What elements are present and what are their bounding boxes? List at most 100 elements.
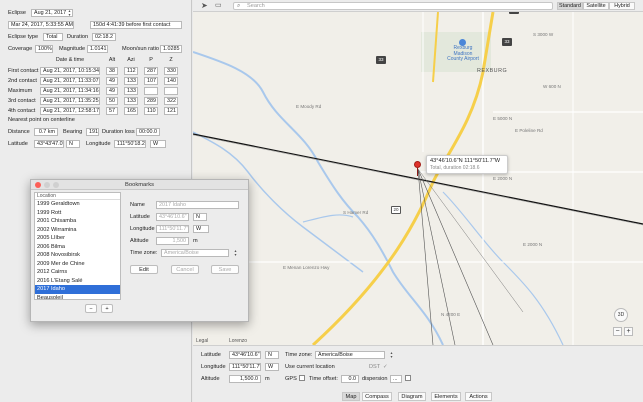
map-type-standard[interactable]: Standard <box>557 2 583 10</box>
time-offset-field[interactable]: 0.0 <box>341 375 359 383</box>
road-label-e2000n-2: E 2000 N <box>523 242 543 247</box>
coverage-value: 100% <box>35 45 53 53</box>
eclipse-type-value: Total <box>43 33 63 41</box>
bm-alt-field[interactable]: 1,500 <box>156 237 189 245</box>
contact-p-cell: 107 <box>144 77 158 85</box>
contact-row-label: 4th contact <box>8 108 36 114</box>
bm-lat-dir[interactable]: N <box>193 213 207 221</box>
bm-lon-dir[interactable]: W <box>193 225 209 233</box>
map-view[interactable]: Rexburg Madison County Airport REXBURG E… <box>193 12 643 345</box>
minimize-window-icon[interactable] <box>44 182 50 188</box>
legal-link[interactable]: Legal <box>196 338 208 344</box>
contacts-header-datetime: Date & time <box>55 57 85 63</box>
save-button[interactable]: Save <box>211 265 239 274</box>
bookmark-list-item[interactable]: 1999 Geraldtown <box>35 200 120 209</box>
tab-compass[interactable]: Compass <box>362 392 392 401</box>
timezone-stepper[interactable]: ▴ ▾ <box>389 351 394 359</box>
highway-shield: 33 <box>376 56 386 64</box>
contact-alt-cell: 38 <box>106 67 118 75</box>
town-label-lorenzo: Lorenzo <box>229 338 248 344</box>
add-bookmark-button[interactable]: + <box>101 304 113 313</box>
bookmark-list-item[interactable]: Beausoleil <box>35 294 120 300</box>
eclipse-datetime[interactable]: Mar 24, 2017, 5:33:55 AM <box>8 21 74 29</box>
contact-row-label: Maximum <box>8 88 33 94</box>
bookmark-list-item[interactable]: 2017 Idaho <box>35 285 120 294</box>
loc-lat-dir[interactable]: N <box>265 351 279 359</box>
compass-3d-button[interactable]: 3D <box>614 308 628 322</box>
contact-alt-cell: 49 <box>106 77 118 85</box>
loc-lon-field[interactable]: 111°50'11.7" <box>229 363 261 371</box>
cancel-button[interactable]: Cancel <box>171 265 199 274</box>
edit-button[interactable]: Edit <box>130 265 158 274</box>
bm-name-field[interactable]: 2017 Idaho <box>156 201 239 209</box>
use-current-location-link[interactable]: Use current location <box>285 364 335 370</box>
bookmark-list-item[interactable]: 2006 Bilma <box>35 243 120 252</box>
bm-lat-label: Latitude <box>130 214 150 220</box>
gps-checkbox[interactable] <box>299 375 305 381</box>
tab-elements[interactable]: Elements <box>431 392 461 401</box>
bookmarks-titlebar[interactable]: Bookmarks <box>31 180 248 190</box>
zoom-out-button[interactable]: − <box>613 327 622 336</box>
road-label-w600n: W 600 N <box>543 84 561 89</box>
bookmarks-list[interactable]: Location 1999 Geraldtown 1999 Rott 2001 Ch… <box>34 192 121 300</box>
contact-p-cell <box>144 87 158 95</box>
bm-lon-field[interactable]: 111°50'11.7" <box>156 225 189 233</box>
bookmark-list-item[interactable]: 1999 Rott <box>35 209 120 218</box>
nearest-lon-dir: W <box>150 140 166 148</box>
nearest-title: Nearest point on centerline <box>8 117 75 123</box>
bm-lat-field[interactable]: 43°46'10.6" <box>156 213 189 221</box>
loc-lon-label: Longitude <box>201 364 226 370</box>
dispersion-checkbox[interactable] <box>405 375 411 381</box>
map-type-satellite[interactable]: Satellite <box>583 2 609 10</box>
tab-diagram[interactable]: Diagram <box>398 392 426 401</box>
loc-lat-field[interactable]: 43°46'10.6" <box>229 351 261 359</box>
bookmark-list-item[interactable]: 2008 Novosibirsk <box>35 251 120 260</box>
bm-timezone-select[interactable]: America/Boise <box>161 249 229 257</box>
bookmark-list-item[interactable]: 2009 Mer de Chine <box>35 260 120 269</box>
contact-azi-cell: 133 <box>124 77 138 85</box>
location-pin-icon[interactable] <box>414 161 421 168</box>
dst-label: DST <box>369 364 381 370</box>
pin-stem <box>417 168 418 176</box>
eclipse-stepper[interactable]: ▴ ▾ <box>67 9 72 17</box>
duration-loss-label: Duration loss <box>102 129 135 135</box>
bm-lon-label: Longitude <box>130 226 155 232</box>
zoom-in-button[interactable]: + <box>624 327 633 336</box>
loc-lon-dir[interactable]: W <box>265 363 279 371</box>
contact-alt-cell: 50 <box>106 97 118 105</box>
gps-label: GPS <box>285 376 297 382</box>
bookmark-list-item[interactable]: 2012 Cairns <box>35 268 120 277</box>
zoom-window-icon[interactable] <box>53 182 59 188</box>
map-search-input[interactable]: ⌕ Search <box>233 2 553 10</box>
tab-actions[interactable]: Actions <box>465 392 492 401</box>
location-arrow-icon[interactable]: ➤ <box>201 1 208 10</box>
bookmarks-book-icon[interactable]: ▭ <box>215 1 222 9</box>
contact-row-label: 2nd contact <box>8 78 37 84</box>
bookmark-list-item[interactable]: 2001 Chisamba <box>35 217 120 226</box>
loc-alt-field[interactable]: 1,500.0 <box>229 375 261 383</box>
dispersion-field[interactable]: ... <box>390 375 402 383</box>
remove-bookmark-button[interactable]: − <box>85 304 97 313</box>
pin-callout[interactable]: 43°46'10.6"N 111°50'11.7"W Total, durati… <box>426 155 508 174</box>
map-type-hybrid[interactable]: Hybrid <box>609 2 635 10</box>
map-canvas <box>193 12 643 345</box>
contact-row-label: First contact <box>8 68 39 74</box>
bm-timezone-stepper[interactable]: ▴ ▾ <box>233 249 238 257</box>
contact-datetime-cell: Aug 21, 2017, 11:33:07 <box>40 77 100 85</box>
bookmark-list-item[interactable]: 2005 Llíber <box>35 234 120 243</box>
contact-azi-cell: 112 <box>124 67 138 75</box>
timezone-select[interactable]: America/Boise <box>315 351 385 359</box>
ratio-value: 1.0285 <box>160 45 182 53</box>
bookmark-list-item[interactable]: 2016 L'Etang Salé <box>35 277 120 286</box>
time-offset-label: Time offset: <box>309 376 338 382</box>
eclipse-type-label: Eclipse type <box>8 34 39 40</box>
city-label-rexburg: REXBURG <box>477 68 508 74</box>
close-window-icon[interactable] <box>35 182 41 188</box>
contact-azi-cell: 133 <box>124 87 138 95</box>
tab-map[interactable]: Map <box>342 392 360 401</box>
bookmark-list-item[interactable]: 2002 Wirramina <box>35 226 120 235</box>
timezone-label: Time zone: <box>285 352 313 358</box>
ratio-label: Moon/sun ratio <box>122 46 160 52</box>
contact-z-cell: 140 <box>164 77 178 85</box>
nearest-lat-value: 43°43'47.0" <box>34 140 64 148</box>
